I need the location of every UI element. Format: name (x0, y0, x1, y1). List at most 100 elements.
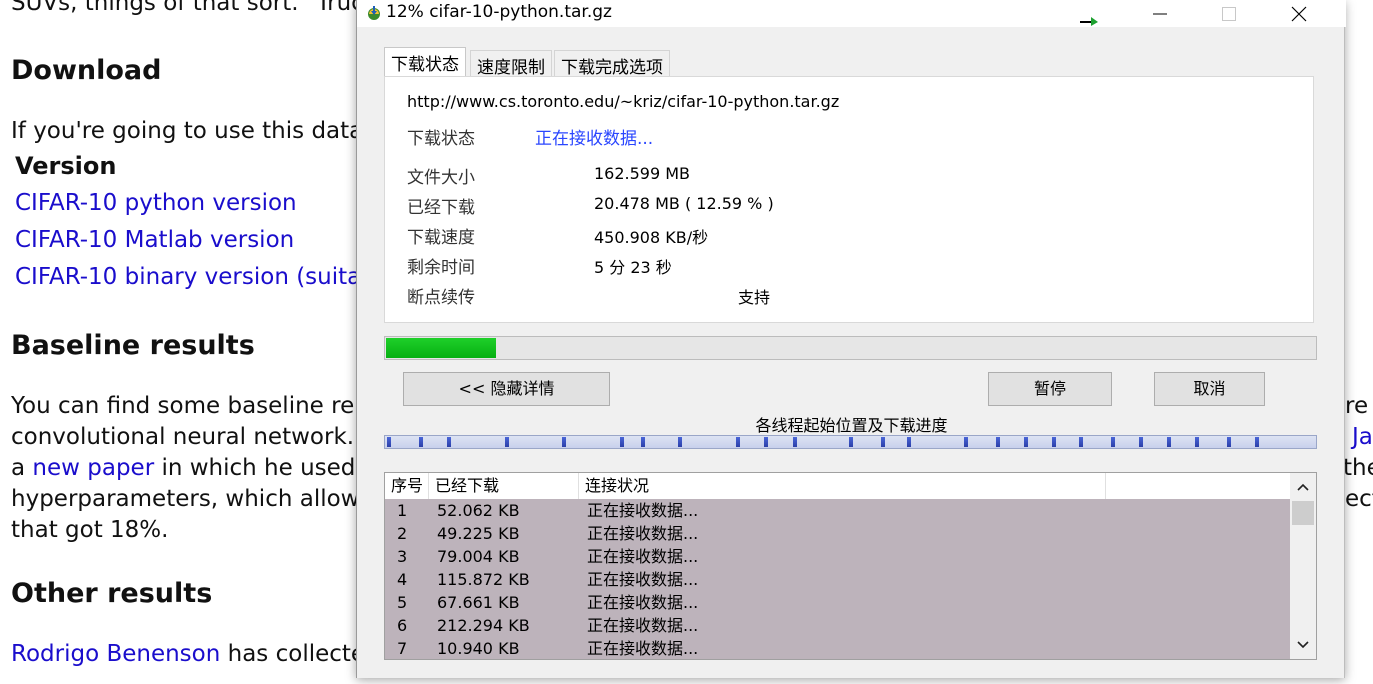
list-item[interactable]: 5 67.661 KB 正在接收数据... (385, 591, 1290, 614)
thread-start-marker (1023, 437, 1028, 447)
thread-start-marker (1079, 437, 1084, 447)
list-item[interactable]: 7 10.940 KB 正在接收数据... (385, 637, 1290, 659)
download-manager-icon (366, 5, 382, 21)
row-index: 6 (397, 616, 408, 635)
new-paper-link[interactable]: new paper (32, 455, 154, 481)
resume-support-value: 支持 (738, 288, 771, 307)
list-item[interactable]: 6 212.294 KB 正在接收数据... (385, 614, 1290, 637)
tab-completion-options[interactable]: 下载完成选项 (554, 50, 670, 78)
thread-start-marker (906, 437, 911, 447)
baseline-text-line: a new paper in which he used (11, 457, 355, 480)
baseline-text-line: hyperparameters, which allowe (11, 486, 374, 512)
row-connection-status: 正在接收数据... (587, 593, 699, 612)
link-matlab-version[interactable]: CIFAR-10 Matlab version (15, 229, 294, 252)
thread-start-marker (677, 437, 682, 447)
close-icon (1291, 6, 1307, 22)
rodrigo-benenson-link[interactable]: Rodrigo Benenson (11, 641, 220, 667)
scroll-down-button[interactable] (1290, 635, 1316, 655)
thread-start-marker (996, 437, 1001, 447)
status-panel: http://www.cs.toronto.edu/~kriz/cifar-10… (384, 76, 1314, 323)
chevron-down-icon (1297, 641, 1309, 649)
thread-start-marker (793, 437, 798, 447)
row-index: 2 (397, 524, 408, 543)
list-item[interactable]: 4 115.872 KB 正在接收数据... (385, 568, 1290, 591)
version-heading: Version (15, 152, 117, 180)
cancel-button[interactable]: 取消 (1154, 372, 1265, 406)
maximize-icon (1222, 7, 1236, 21)
row-downloaded: 10.940 KB (437, 639, 520, 658)
window-title: 12% cifar-10-python.tar.gz (386, 2, 612, 22)
status-label: 下载状态 (407, 129, 475, 149)
thread-start-marker (1110, 437, 1115, 447)
remaining-time-label: 剩余时间 (407, 258, 475, 278)
row-connection-status: 正在接收数据... (587, 570, 699, 589)
hide-details-button[interactable]: << 隐藏详情 (403, 372, 610, 406)
thread-start-marker (1166, 437, 1171, 447)
chevron-up-icon (1297, 483, 1309, 491)
intro-text: If you're going to use this data (11, 118, 364, 144)
baseline-text-line: that got 18%. (11, 517, 169, 543)
thread-start-marker (963, 437, 968, 447)
row-downloaded: 52.062 KB (437, 501, 520, 520)
column-header-index[interactable]: 序号 (385, 473, 429, 499)
text-fragment: SUVs, things of that sort. "Truc (11, 0, 364, 16)
thread-start-marker (419, 437, 424, 447)
text-fragment: has collecte (220, 641, 366, 667)
tab-speed-limit[interactable]: 速度限制 (470, 50, 552, 78)
connection-list[interactable]: 序号 已经下载 连接状况 1 52.062 KB 正在接收数据... 2 49.225 … (384, 472, 1317, 660)
thread-start-marker (1226, 437, 1231, 447)
row-downloaded: 67.661 KB (437, 593, 520, 612)
tab-download-status[interactable]: 下载状态 (384, 47, 466, 77)
column-header-connection-status[interactable]: 连接状况 (579, 473, 1106, 499)
row-connection-status: 正在接收数据... (587, 501, 699, 520)
list-scrollbar[interactable] (1290, 473, 1316, 659)
status-value: 正在接收数据... (535, 129, 654, 149)
row-index: 1 (397, 501, 408, 520)
download-dialog: 12% cifar-10-python.tar.gz 下载状态 速度限制 下载完… (356, 0, 1346, 678)
title-bar[interactable]: 12% cifar-10-python.tar.gz (357, 0, 1346, 27)
link-binary-version[interactable]: CIFAR-10 binary version (suita (15, 266, 361, 289)
progress-fill (386, 338, 496, 358)
list-header: 序号 已经下载 连接状况 (385, 473, 1290, 499)
download-url: http://www.cs.toronto.edu/~kriz/cifar-10… (407, 92, 840, 111)
thread-start-marker (1139, 437, 1144, 447)
author-link-fragment[interactable]: Ja (1352, 426, 1373, 449)
row-connection-status: 正在接收数据... (587, 616, 699, 635)
row-index: 5 (397, 593, 408, 612)
thread-start-marker (562, 437, 567, 447)
link-python-version[interactable]: CIFAR-10 python version (15, 192, 297, 215)
baseline-text-line-right: ect (1345, 486, 1373, 512)
thread-start-marker (446, 437, 451, 447)
row-index: 3 (397, 547, 408, 566)
list-item[interactable]: 1 52.062 KB 正在接收数据... (385, 499, 1290, 522)
row-index: 4 (397, 570, 408, 589)
list-item[interactable]: 2 49.225 KB 正在接收数据... (385, 522, 1290, 545)
pause-button[interactable]: 暂停 (988, 372, 1112, 406)
scroll-thumb[interactable] (1292, 501, 1314, 525)
other-results-heading: Other results (11, 578, 213, 609)
baseline-text-line: convolutional neural network. (11, 424, 355, 450)
other-results-text: Rodrigo Benenson has collecte (11, 643, 365, 666)
thread-start-marker (763, 437, 768, 447)
baseline-text-line-right: the (1343, 455, 1373, 481)
maximize-button[interactable] (1206, 0, 1252, 27)
thread-start-marker (1051, 437, 1056, 447)
row-downloaded: 115.872 KB (437, 570, 530, 589)
close-button[interactable] (1276, 0, 1322, 27)
file-size-label: 文件大小 (407, 168, 475, 188)
row-index: 7 (397, 639, 408, 658)
row-connection-status: 正在接收数据... (587, 547, 699, 566)
minimize-icon (1153, 13, 1167, 15)
baseline-text-line-right: re c (1345, 393, 1373, 419)
thread-start-marker (735, 437, 740, 447)
scroll-up-button[interactable] (1290, 477, 1316, 497)
remaining-time-value: 5 分 23 秒 (594, 258, 672, 277)
row-downloaded: 79.004 KB (437, 547, 520, 566)
thread-progress-bar (384, 435, 1317, 449)
column-header-downloaded[interactable]: 已经下载 (429, 473, 579, 499)
speed-value: 450.908 KB/秒 (594, 228, 709, 247)
thread-start-marker (1194, 437, 1199, 447)
minimize-button[interactable] (1137, 0, 1183, 27)
text-fragment: a (11, 455, 33, 481)
list-item[interactable]: 3 79.004 KB 正在接收数据... (385, 545, 1290, 568)
